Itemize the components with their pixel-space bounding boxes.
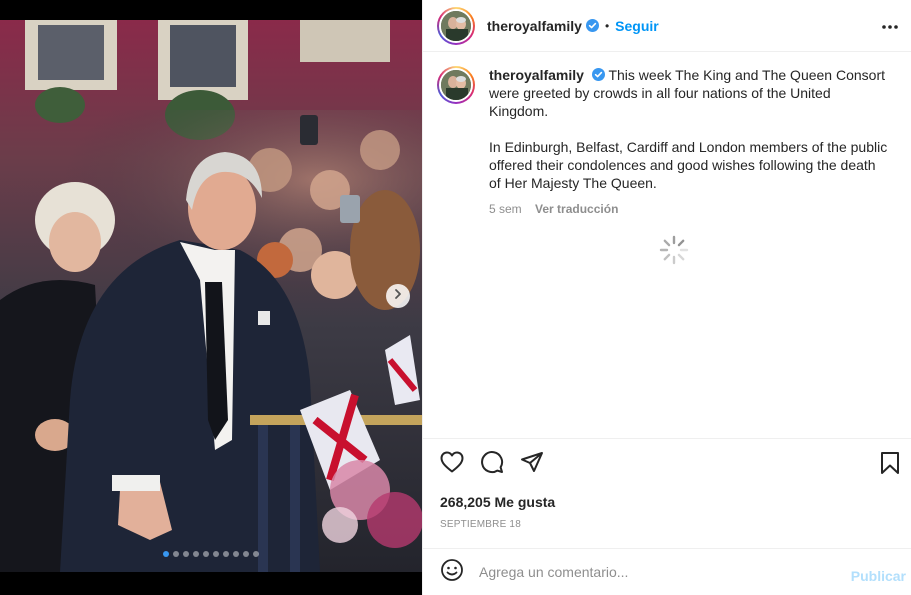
post-header: theroyalfamily • Seguir <box>423 0 911 52</box>
emoji-icon <box>440 558 464 587</box>
carousel-dot <box>163 551 169 557</box>
publish-button[interactable]: Publicar <box>851 568 906 584</box>
carousel-next-button[interactable] <box>386 284 410 308</box>
loading-spinner-icon <box>658 234 690 266</box>
follow-button[interactable]: Seguir <box>615 18 659 34</box>
caption-text-paragraph-2: In Edinburgh, Belfast, Cardiff and Londo… <box>489 139 888 191</box>
post-date[interactable]: SEPTIEMBRE 18 <box>440 519 521 530</box>
carousel-dot <box>183 551 189 557</box>
post-media <box>0 0 422 595</box>
carousel-dot <box>223 551 229 557</box>
carousel-dot <box>213 551 219 557</box>
comment-button[interactable] <box>479 450 505 479</box>
bookmark-icon <box>880 451 900 480</box>
separator-dot: • <box>604 18 610 33</box>
comment-bar: Publicar <box>423 548 911 595</box>
send-icon <box>520 450 544 479</box>
chevron-right-icon <box>392 287 404 305</box>
caption-meta: 5 sem Ver traducción <box>489 200 889 218</box>
carousel-dot <box>233 551 239 557</box>
heart-icon <box>440 451 464 478</box>
post-detail-panel: theroyalfamily • Seguir theroyalfamily T… <box>422 0 911 595</box>
post-caption: theroyalfamily This week The King and Th… <box>437 66 902 218</box>
carousel-dot <box>253 551 259 557</box>
caption-username-link[interactable]: theroyalfamily <box>489 67 584 83</box>
post-actions <box>423 438 911 490</box>
likes-count[interactable]: 268,205 Me gusta <box>440 494 555 510</box>
post-photo[interactable] <box>0 20 422 572</box>
comment-input[interactable] <box>479 564 839 580</box>
more-horizontal-icon <box>881 17 899 35</box>
more-options-button[interactable] <box>878 14 902 38</box>
save-button[interactable] <box>878 451 902 480</box>
carousel-dot <box>203 551 209 557</box>
post-time-ago[interactable]: 5 sem <box>489 202 522 216</box>
avatar[interactable] <box>437 66 475 104</box>
verified-badge-icon <box>591 68 605 81</box>
username-link[interactable]: theroyalfamily <box>487 18 582 34</box>
carousel-dot <box>243 551 249 557</box>
comment-icon <box>480 450 504 479</box>
like-button[interactable] <box>439 451 465 478</box>
carousel-dot <box>173 551 179 557</box>
verified-badge-icon <box>585 19 599 32</box>
see-translation-link[interactable]: Ver traducción <box>535 202 618 216</box>
carousel-dot <box>193 551 199 557</box>
emoji-button[interactable] <box>439 558 465 587</box>
carousel-indicator <box>0 551 422 557</box>
avatar[interactable] <box>437 6 475 45</box>
share-button[interactable] <box>519 452 545 478</box>
